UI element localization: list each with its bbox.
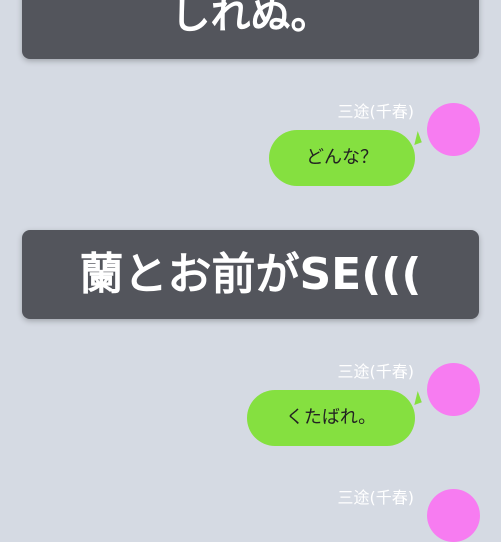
sender-name: 三途(千春)	[337, 102, 415, 121]
narration-banner: 蘭とお前がSE(((	[22, 230, 479, 319]
chat-text: くたばれ。	[285, 407, 377, 428]
avatar[interactable]	[427, 363, 480, 416]
narration-banner: しれぬ。	[22, 0, 479, 59]
chat-bubble[interactable]: どんな？	[269, 130, 422, 186]
avatar[interactable]	[427, 489, 480, 542]
sender-name: 三途(千春)	[337, 488, 415, 507]
chat-bubble[interactable]: くたばれ。	[247, 390, 422, 446]
sender-name: 三途(千春)	[337, 362, 415, 381]
bubble-tail	[410, 130, 422, 146]
avatar[interactable]	[427, 103, 480, 156]
narration-text: 蘭とお前がSE(((	[79, 249, 422, 300]
narration-text: しれぬ。	[170, 0, 331, 38]
bubble-tail	[410, 390, 422, 406]
chat-text: どんな？	[306, 147, 378, 168]
